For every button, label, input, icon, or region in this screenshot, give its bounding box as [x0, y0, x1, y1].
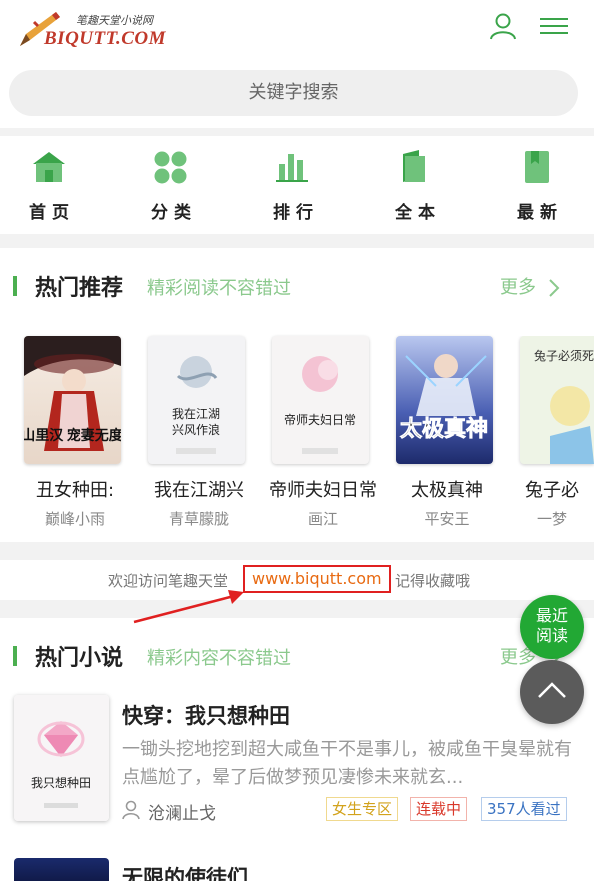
book-author: 平安王: [424, 510, 470, 528]
welcome-suffix: 记得收藏哦: [395, 572, 471, 590]
book-title[interactable]: 太极真神: [385, 476, 509, 502]
nav-home[interactable]: 首页: [9, 136, 89, 234]
book-title[interactable]: 兔子必: [525, 476, 594, 502]
novel-author: 沧澜止戈: [148, 804, 216, 824]
chevron-up-icon: [538, 682, 566, 698]
section-header: 热门推荐 精彩阅读不容错过 更多: [0, 248, 594, 308]
book-cover[interactable]: 兔子必须死: [520, 336, 594, 464]
nav-label: 排行: [273, 203, 319, 223]
search-input[interactable]: 关键字搜索: [9, 70, 578, 116]
recent-reading-label: 最近阅读: [535, 606, 568, 645]
svg-text:兔子必须死: 兔子必须死: [534, 348, 594, 363]
nav-label: 全本: [395, 203, 441, 223]
nav-label: 分类: [151, 203, 197, 223]
category-icon: [154, 151, 187, 184]
book-title[interactable]: 我在江湖兴: [137, 476, 261, 502]
user-icon[interactable]: [489, 12, 517, 40]
category-tag[interactable]: 女生专区: [326, 797, 399, 821]
cover-art-icon: 太极真神: [400, 354, 488, 441]
svg-text:帝师夫妇日常: 帝师夫妇日常: [284, 412, 356, 427]
section-title: 热门推荐: [35, 276, 124, 301]
ranking-icon: [276, 154, 308, 182]
nav-label: 首页: [29, 203, 75, 223]
nav-ranking[interactable]: 排行: [253, 136, 333, 234]
book-author: 巅峰小雨: [44, 510, 105, 528]
cover-art-icon: 我只想种田: [14, 695, 109, 821]
book-card[interactable]: 兔子必须死 兔子必 一梦: [509, 336, 594, 536]
book-cover[interactable]: 太极真神: [396, 336, 493, 464]
section-header: 热门小说 精彩内容不容错过 更多: [0, 618, 594, 678]
svg-text:山里汉 宠妻无度: 山里汉 宠妻无度: [24, 427, 121, 444]
more-link[interactable]: 更多: [500, 273, 536, 299]
menu-icon[interactable]: [540, 16, 570, 36]
svg-text:我只想种田: 我只想种田: [31, 775, 91, 790]
home-icon: [33, 152, 65, 182]
chevron-right-icon[interactable]: [548, 278, 560, 298]
header: 笔趣天堂小说网 BIQUTT.COM 关键字搜索: [0, 0, 594, 128]
cover-art-icon: 兔子必须死: [534, 348, 594, 464]
novel-cover[interactable]: 我只想种田: [14, 695, 109, 821]
welcome-banner: 欢迎访问笔趣天堂 记得收藏哦 www.biqutt.com: [0, 560, 594, 600]
svg-text:兴风作浪: 兴风作浪: [172, 422, 220, 437]
site-url-link[interactable]: www.biqutt.com: [243, 565, 391, 593]
hot-recommend-section: 热门推荐 精彩阅读不容错过 更多 山里汉 宠妻无度 丑女种田: 巅峰小雨 我在江…: [0, 248, 594, 542]
complete-books-icon: [403, 150, 425, 182]
annotation-arrow-icon: [133, 590, 244, 624]
book-title[interactable]: 帝师夫妇日常: [261, 476, 385, 502]
site-logo[interactable]: 笔趣天堂小说网 BIQUTT.COM: [14, 6, 167, 52]
nav-category[interactable]: 分类: [131, 136, 211, 234]
recent-reading-button[interactable]: 最近阅读: [520, 595, 584, 659]
back-to-top-button[interactable]: [520, 660, 584, 724]
svg-text:我在江湖: 我在江湖: [172, 406, 220, 421]
status-tag: 连载中: [410, 797, 468, 821]
book-title[interactable]: 丑女种田:: [13, 476, 137, 502]
book-cover[interactable]: 我在江湖 兴风作浪: [148, 336, 245, 464]
book-author: 青草朦胧: [168, 510, 229, 528]
views-tag: 357人看过: [481, 797, 567, 821]
nav-complete[interactable]: 全本: [375, 136, 455, 234]
cover-art-icon: 我在江湖 兴风作浪: [172, 356, 220, 454]
section-subtitle: 精彩内容不容错过: [147, 648, 291, 669]
section-accent-bar: [13, 276, 17, 296]
book-author: 一梦: [537, 510, 568, 528]
section-accent-bar: [13, 646, 17, 666]
novel-title[interactable]: 快穿：我只想种田: [122, 700, 290, 730]
main-nav: 首页 分类 排行 全本 最新: [0, 136, 594, 234]
author-icon: [122, 800, 140, 820]
svg-text:太极真神: 太极真神: [400, 416, 488, 441]
book-author: 画江: [307, 510, 338, 528]
book-cover[interactable]: 山里汉 宠妻无度: [24, 336, 121, 464]
novel-title[interactable]: 无限的使徒们: [122, 862, 248, 881]
cover-art-icon: 帝师夫妇日常: [284, 356, 356, 454]
book-cover[interactable]: 帝师夫妇日常: [272, 336, 369, 464]
cover-art-icon: 山里汉 宠妻无度: [24, 336, 121, 451]
section-title: 热门小说: [35, 646, 124, 671]
logo-subtitle: 笔趣天堂小说网: [76, 14, 153, 27]
novel-cover[interactable]: [14, 858, 109, 881]
nav-label: 最新: [517, 203, 563, 223]
nav-latest[interactable]: 最新: [497, 136, 577, 234]
section-subtitle: 精彩阅读不容错过: [147, 278, 291, 299]
novel-description: 一锄头挖地挖到超大咸鱼干不是事儿，被咸鱼干臭晕就有点尴尬了，晕了后做梦预见凄惨未…: [122, 739, 572, 788]
logo-text: BIQUTT.COM: [44, 28, 167, 49]
latest-icon: [525, 151, 549, 183]
